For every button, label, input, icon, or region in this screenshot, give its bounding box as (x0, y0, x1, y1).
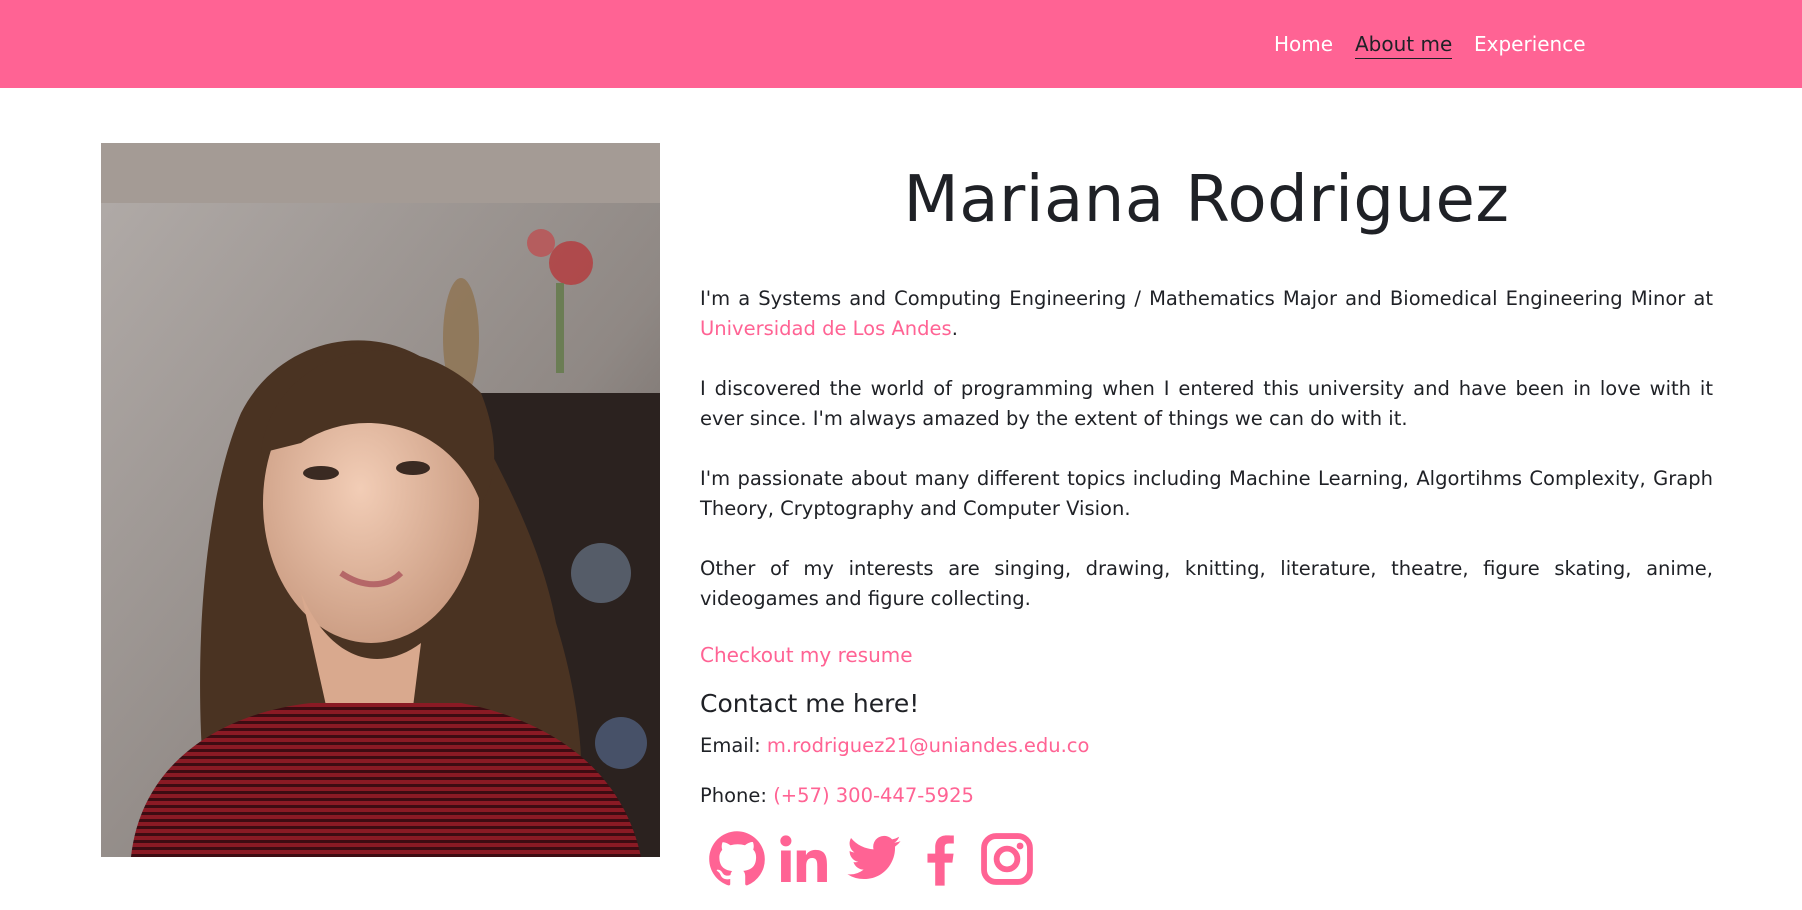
phone-link[interactable]: (+57) 300-447-5925 (773, 784, 974, 807)
bio-text: I'm a Systems and Computing Engineering … (700, 287, 1713, 310)
navbar: Home About me Experience (0, 0, 1802, 88)
phone-label: Phone: (700, 784, 774, 807)
twitter-icon[interactable] (845, 830, 903, 892)
instagram-icon[interactable] (978, 830, 1036, 892)
profile-photo (101, 143, 660, 857)
nav-link-experience[interactable]: Experience (1474, 30, 1586, 58)
nav-link-home[interactable]: Home (1274, 30, 1333, 58)
facebook-icon[interactable] (912, 830, 970, 892)
bio-paragraph-4: Other of my interests are singing, drawi… (700, 557, 1713, 610)
resume-link[interactable]: Checkout my resume (700, 643, 913, 667)
linkedin-icon[interactable] (775, 830, 833, 892)
bio-paragraph-3: I'm passionate about many different topi… (700, 467, 1713, 520)
university-link[interactable]: Universidad de Los Andes (700, 317, 952, 340)
email-line: Email: m.rodriguez21@uniandes.edu.co (700, 732, 1089, 760)
github-icon[interactable] (708, 830, 766, 892)
nav-link-about-me[interactable]: About me (1355, 30, 1453, 59)
email-label: Email: (700, 734, 767, 757)
page-title: Mariana Rodriguez (903, 163, 1510, 237)
contact-heading: Contact me here! (700, 689, 920, 718)
email-link[interactable]: m.rodriguez21@uniandes.edu.co (767, 734, 1090, 757)
bio-paragraph-2: I discovered the world of programming wh… (700, 377, 1713, 430)
bio-period: . (951, 317, 958, 340)
phone-line: Phone: (+57) 300-447-5925 (700, 782, 974, 810)
bio-paragraph-1: I'm a Systems and Computing Engineering … (700, 284, 1713, 344)
